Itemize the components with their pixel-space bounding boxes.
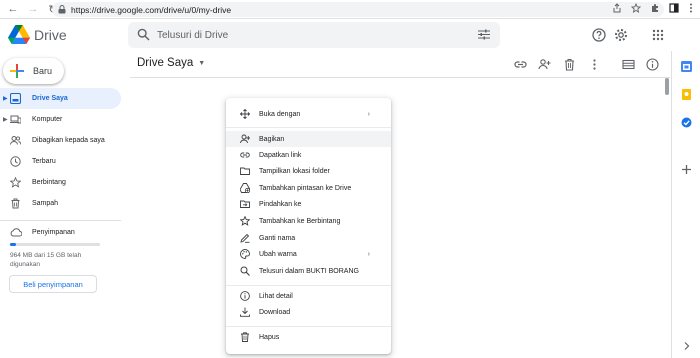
share-page-icon[interactable] bbox=[612, 3, 622, 13]
search-input[interactable] bbox=[157, 27, 457, 43]
calendar-icon[interactable] bbox=[681, 61, 692, 72]
info-icon bbox=[240, 291, 250, 301]
menu-item-get-link[interactable]: Dapatkan link bbox=[226, 147, 391, 163]
chevron-down-icon: ▼ bbox=[198, 59, 206, 67]
menu-separator bbox=[226, 285, 391, 286]
cloud-icon bbox=[10, 228, 22, 237]
more-vert-icon[interactable] bbox=[688, 3, 694, 13]
storage-label: Penyimpanan bbox=[32, 228, 75, 236]
open-with-icon bbox=[240, 109, 250, 119]
list-view-icon[interactable] bbox=[622, 58, 635, 71]
search-icon[interactable] bbox=[137, 28, 150, 41]
trash-icon bbox=[241, 332, 249, 342]
menu-item-delete[interactable]: Hapus bbox=[226, 329, 391, 345]
settings-icon[interactable] bbox=[614, 28, 628, 42]
expand-arrow-icon[interactable]: ▶ bbox=[3, 95, 8, 102]
sidebar-item-computers[interactable]: ▶ Komputer bbox=[0, 109, 121, 130]
menu-item-show-folder[interactable]: Tampilkan lokasi folder bbox=[226, 163, 391, 179]
link-icon bbox=[240, 152, 250, 158]
menu-item-download[interactable]: Download bbox=[226, 304, 391, 320]
main-divider bbox=[130, 77, 670, 78]
shared-icon bbox=[10, 136, 21, 145]
sidebar-item-shared[interactable]: Dibagikan kepada saya bbox=[0, 130, 121, 151]
chevron-right-icon[interactable] bbox=[681, 342, 692, 350]
search-options-icon[interactable] bbox=[478, 29, 490, 40]
menu-separator bbox=[226, 326, 391, 327]
menu-item-view-details[interactable]: Lihat detail bbox=[226, 288, 391, 304]
menu-item-rename[interactable]: Ganti nama bbox=[226, 230, 391, 246]
menu-item-search-within[interactable]: Telusuri dalam BUKTI BORANG bbox=[226, 263, 391, 279]
my-drive-icon bbox=[10, 93, 21, 104]
storage-progress-fill bbox=[10, 243, 16, 246]
page-title[interactable]: Drive Saya ▼ bbox=[137, 57, 205, 69]
search-icon bbox=[240, 266, 250, 276]
clock-icon bbox=[10, 156, 21, 167]
delete-icon[interactable] bbox=[563, 58, 576, 71]
sidebar-item-my-drive[interactable]: ▶ Drive Saya bbox=[0, 88, 121, 109]
bookmark-star-icon[interactable] bbox=[631, 3, 641, 13]
menu-item-add-star[interactable]: Tambahkan ke Berbintang bbox=[226, 213, 391, 229]
add-person-icon[interactable] bbox=[538, 58, 551, 71]
plus-icon bbox=[10, 64, 24, 78]
move-icon bbox=[240, 200, 250, 208]
keep-icon[interactable] bbox=[681, 89, 692, 100]
menu-item-move-to[interactable]: Pindahkan ke bbox=[226, 196, 391, 212]
sidebar-nav: ▶ Drive Saya ▶ Komputer Dibagikan kepada… bbox=[0, 88, 121, 214]
tasks-icon[interactable] bbox=[681, 117, 692, 128]
menu-item-share[interactable]: Bagikan bbox=[226, 131, 391, 147]
submenu-chevron-icon: › bbox=[367, 110, 370, 118]
extensions-icon[interactable] bbox=[650, 3, 660, 13]
app-header: Drive bbox=[0, 19, 700, 51]
address-bar[interactable]: https://drive.google.com/drive/u/0/my-dr… bbox=[52, 2, 664, 17]
sidebar-divider bbox=[0, 220, 121, 221]
help-icon[interactable] bbox=[592, 28, 606, 42]
new-button-label: Baru bbox=[33, 66, 53, 76]
share-icon bbox=[240, 134, 250, 144]
storage-section: Penyimpanan 964 MB dari 15 GB telah digu… bbox=[10, 225, 120, 268]
storage-progress-bar bbox=[10, 243, 100, 246]
menu-item-change-color[interactable]: Ubah warna › bbox=[226, 246, 391, 262]
submenu-chevron-icon: › bbox=[367, 250, 370, 258]
back-icon[interactable]: ← bbox=[6, 2, 20, 16]
sidebar-item-trash[interactable]: Sampah bbox=[0, 193, 121, 214]
palette-icon bbox=[240, 249, 250, 259]
sidebar-item-starred[interactable]: Berbintang bbox=[0, 172, 121, 193]
rename-icon bbox=[240, 233, 250, 243]
menu-separator bbox=[226, 127, 391, 128]
browser-toolbar: ← → ↻ https://drive.google.com/drive/u/0… bbox=[0, 0, 700, 19]
new-button[interactable]: Baru bbox=[3, 58, 64, 84]
storage-header[interactable]: Penyimpanan bbox=[10, 225, 120, 239]
storage-used-text: 964 MB dari 15 GB telah digunakan bbox=[10, 252, 82, 268]
menu-item-open-with[interactable]: Buka dengan › bbox=[226, 106, 391, 122]
add-icon[interactable] bbox=[681, 164, 692, 175]
side-panel-icon[interactable] bbox=[669, 3, 679, 13]
computer-icon bbox=[10, 115, 21, 124]
link-icon[interactable] bbox=[514, 58, 527, 71]
expand-arrow-icon[interactable]: ▶ bbox=[3, 116, 8, 123]
folder-icon bbox=[240, 167, 250, 175]
buy-storage-button[interactable]: Beli penyimpanan bbox=[9, 275, 97, 293]
add-shortcut-icon bbox=[240, 183, 250, 193]
app-name: Drive bbox=[34, 27, 67, 43]
more-vert-icon[interactable] bbox=[588, 58, 601, 71]
trash-icon bbox=[11, 198, 20, 209]
info-icon[interactable] bbox=[646, 58, 659, 71]
apps-grid-icon[interactable] bbox=[651, 28, 665, 42]
star-icon bbox=[240, 216, 250, 226]
side-apps-panel bbox=[671, 51, 700, 358]
forward-icon[interactable]: → bbox=[26, 2, 40, 16]
drive-logo-icon[interactable] bbox=[8, 25, 30, 44]
context-menu: Buka dengan › Bagikan Dapatkan link Tamp… bbox=[226, 98, 391, 354]
star-icon bbox=[10, 177, 21, 188]
lock-icon bbox=[58, 5, 66, 14]
url-text: https://drive.google.com/drive/u/0/my-dr… bbox=[71, 4, 232, 15]
download-icon bbox=[240, 307, 250, 317]
search-bar[interactable] bbox=[128, 22, 500, 48]
menu-item-add-shortcut[interactable]: Tambahkan pintasan ke Drive bbox=[226, 180, 391, 196]
scrollbar-thumb[interactable] bbox=[665, 78, 669, 95]
sidebar-item-recent[interactable]: Terbaru bbox=[0, 151, 121, 172]
